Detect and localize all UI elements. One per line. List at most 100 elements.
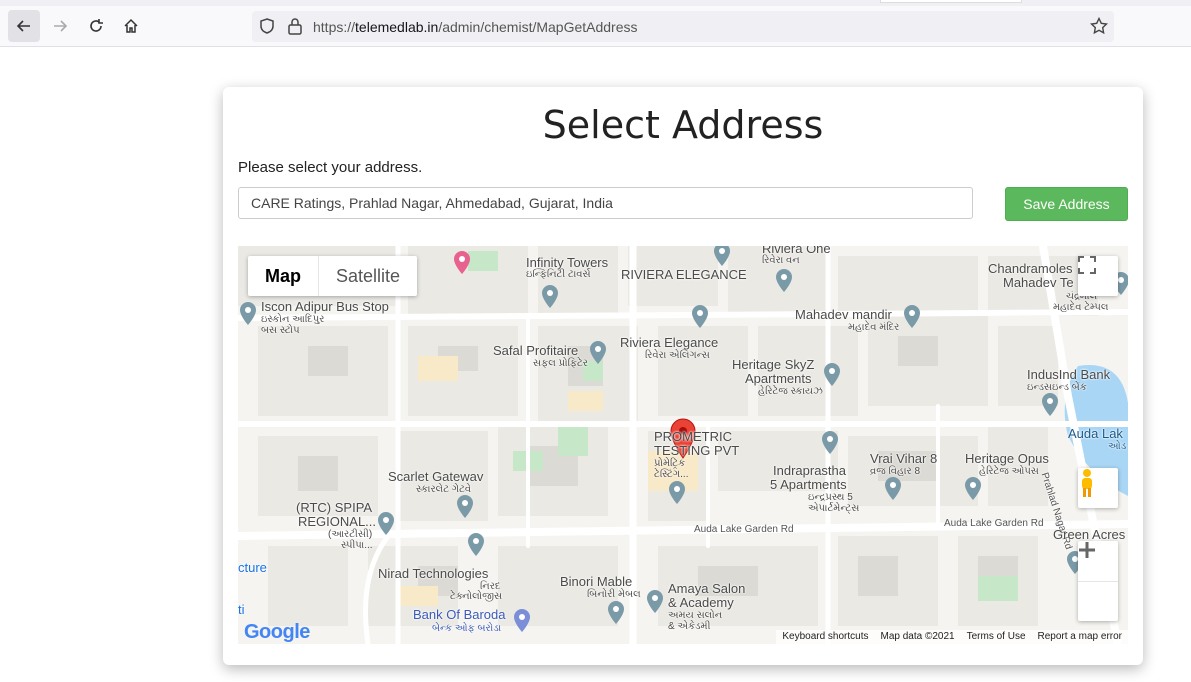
map-label: cture: [238, 560, 267, 575]
map-label: Binori Mable: [560, 574, 633, 589]
keyboard-shortcuts-link[interactable]: Keyboard shortcuts: [782, 630, 868, 644]
map-label: બેન્ક ઓફ બરોડા: [432, 623, 502, 634]
map-label: એપાર્ટમેન્ટ્સ: [808, 503, 860, 514]
map-label: સફલ પ્રોફિટેર: [533, 358, 588, 369]
poi-pin-icon[interactable]: [238, 301, 258, 327]
map-label: Auda Lak: [1068, 426, 1123, 441]
address-card: Select Address Please select your addres…: [223, 87, 1143, 665]
reload-button[interactable]: [80, 10, 112, 42]
map-label: ti: [238, 602, 245, 617]
home-button[interactable]: [115, 10, 147, 42]
map-label: હેરિટેજ ઓપસ: [979, 466, 1039, 477]
map-label: સ્પીપા...: [341, 540, 373, 551]
map-label: REGIONAL...: [298, 514, 377, 529]
poi-pin-icon[interactable]: [712, 246, 732, 268]
browser-toolbar: https://telemedlab.in/admin/chemist/MapG…: [0, 0, 1191, 47]
poi-pin-icon[interactable]: [820, 430, 840, 456]
forward-button[interactable]: [44, 10, 76, 42]
poi-bank-icon[interactable]: [512, 608, 532, 634]
address-bar[interactable]: https://telemedlab.in/admin/chemist/MapG…: [252, 11, 1114, 42]
address-input[interactable]: [238, 187, 973, 219]
map-label: Iscon Adipur Bus Stop: [261, 299, 389, 314]
shield-icon[interactable]: [258, 17, 276, 35]
report-error-link[interactable]: Report a map error: [1038, 630, 1122, 644]
poi-bank-icon[interactable]: [1040, 392, 1060, 418]
fullscreen-icon: [1078, 256, 1096, 274]
reload-icon: [90, 19, 103, 32]
map-label: Apartments: [745, 371, 812, 386]
home-icon: [124, 18, 138, 33]
map-label: & Academy: [668, 595, 734, 610]
map-label: રિવેરા વન: [762, 255, 800, 266]
poi-pin-icon[interactable]: [667, 480, 687, 506]
zoom-out-button[interactable]: [1078, 548, 1118, 622]
poi-museum-icon[interactable]: [466, 532, 486, 558]
road-label: Auda Lake Garden Rd: [694, 524, 794, 535]
map-label: RIVIERA ELEGANCE: [621, 267, 747, 282]
google-logo[interactable]: Google: [244, 621, 310, 644]
map-label: Riviera Elegance: [620, 335, 719, 350]
map-label: Green Acres: [1053, 527, 1126, 542]
map-label: 5 Apartments: [770, 477, 847, 492]
map-label: Indraprastha: [773, 463, 846, 478]
street-view-pegman[interactable]: [1078, 468, 1118, 508]
map-label: ઇન્દ્રપ્રસ્થ 5: [808, 492, 853, 503]
map-label: ટેક્નોલોજીસ: [450, 591, 503, 602]
fullscreen-button[interactable]: [1078, 256, 1118, 296]
map-label: બિનોરી મેબલ: [587, 589, 641, 600]
map-label: પ્રોમેટ્રિક: [654, 458, 686, 469]
back-button[interactable]: [8, 10, 40, 42]
google-map[interactable]: Infinity Towers ઇન્ફિનિટી ટાવર્સ Riviera…: [238, 246, 1128, 644]
map-label: ઇન્ડસઇન્ડ બેંક: [1027, 382, 1087, 393]
map-label: IndusInd Bank: [1027, 367, 1111, 382]
poi-pin-icon[interactable]: [645, 589, 665, 615]
poi-pin-icon[interactable]: [588, 340, 608, 366]
poi-pin-icon[interactable]: [455, 494, 475, 520]
bookmark-star-icon[interactable]: [1090, 17, 1108, 35]
pegman-icon: [1082, 469, 1092, 497]
map-label: PROMETRIC: [654, 429, 732, 444]
poi-pin-icon[interactable]: [883, 476, 903, 502]
url-text[interactable]: https://telemedlab.in/admin/chemist/MapG…: [313, 19, 638, 35]
map-label: (આરટીસી): [328, 529, 373, 540]
map-type-map-button[interactable]: Map: [248, 256, 319, 296]
poi-pin-icon[interactable]: [822, 362, 842, 388]
map-label: TESTING PVT: [654, 443, 740, 458]
poi-museum-icon[interactable]: [774, 268, 794, 294]
poi-pin-icon[interactable]: [540, 284, 560, 310]
map-label: બસ સ્ટોપ: [261, 325, 300, 336]
lock-icon[interactable]: [287, 17, 303, 35]
map-label: Heritage SkyZ: [732, 357, 815, 372]
map-label: Amaya Salon: [668, 581, 746, 596]
map-label: Heritage Opus: [965, 451, 1049, 466]
map-label: મહાદેવ ટેમ્પલ: [1053, 302, 1109, 313]
address-hint: Please select your address.: [238, 159, 423, 176]
save-address-button[interactable]: Save Address: [1005, 187, 1128, 221]
map-label: ઇન્ફિનિટી ટાવર્સ: [526, 269, 591, 280]
map-label: મહાદેવ મંદિર: [848, 322, 900, 333]
poi-pin-icon[interactable]: [963, 476, 983, 502]
map-label: (RTC) SPIPA: [296, 500, 373, 515]
map-label: અમય સલોન: [668, 610, 723, 621]
arrow-right-icon: [54, 20, 68, 32]
zoom-control: [1078, 541, 1118, 621]
map-label: Bank Of Baroda: [413, 607, 506, 622]
map-label: Infinity Towers: [526, 255, 609, 270]
map-label: ઓડ: [1108, 441, 1127, 452]
map-type-satellite-button[interactable]: Satellite: [319, 256, 417, 296]
map-label: Scarlet Gatewav: [388, 469, 484, 484]
terms-link[interactable]: Terms of Use: [967, 630, 1026, 644]
poi-pin-icon[interactable]: [690, 304, 710, 330]
poi-temple-icon[interactable]: [902, 304, 922, 330]
poi-hotel-icon[interactable]: [452, 250, 472, 276]
tab-strip: [0, 0, 1191, 6]
map-footer: Keyboard shortcuts Map data ©2021 Terms …: [776, 630, 1128, 644]
arrow-left-icon: [16, 20, 30, 32]
tab-edge: [880, 0, 1022, 3]
google-logo-text: Google: [244, 621, 310, 643]
map-label: ટેસ્ટિંગ...: [654, 469, 689, 480]
poi-museum-icon[interactable]: [376, 511, 396, 537]
map-label: ઇસ્કોન આદિપુર: [261, 314, 325, 325]
poi-pin-icon[interactable]: [606, 600, 626, 626]
map-label: Nirad Technologies: [378, 566, 489, 581]
